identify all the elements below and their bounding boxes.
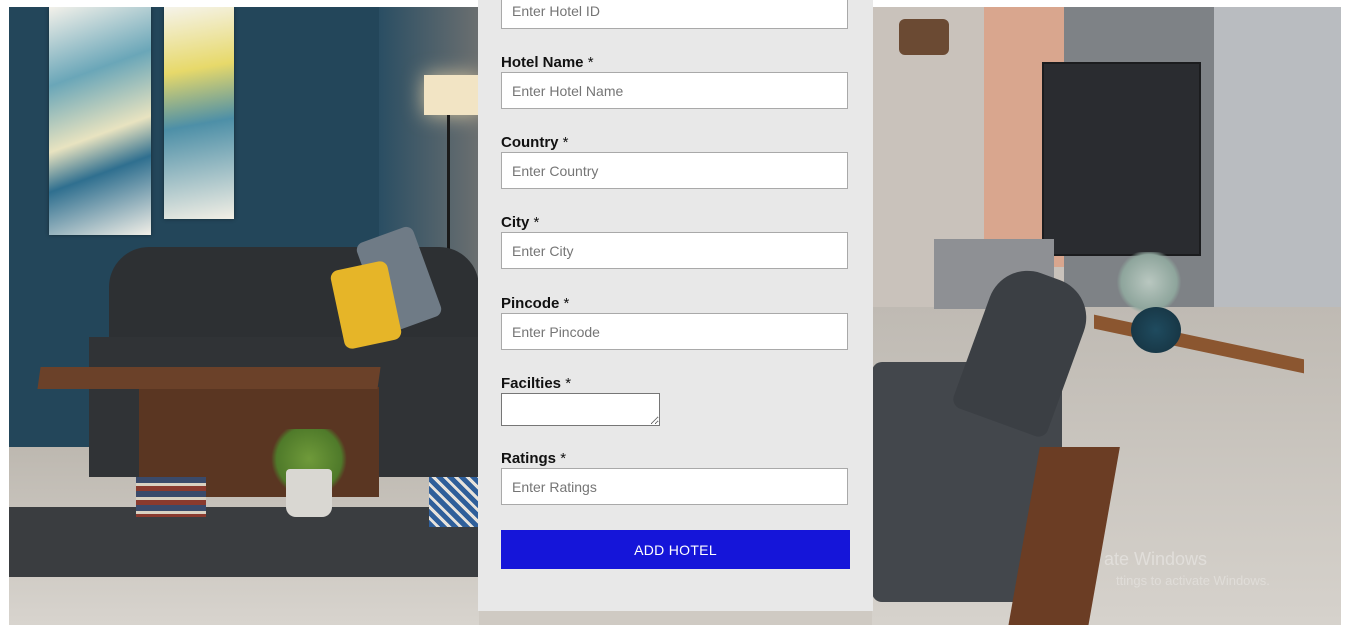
wall-art-painting bbox=[49, 7, 151, 235]
city-input[interactable] bbox=[501, 232, 848, 269]
facilities-textarea[interactable] bbox=[501, 393, 660, 426]
hotel-name-input[interactable] bbox=[501, 72, 848, 109]
pincode-label: Pincode * bbox=[501, 295, 570, 312]
city-label: City * bbox=[501, 214, 540, 231]
rug bbox=[429, 477, 479, 527]
country-input[interactable] bbox=[501, 152, 848, 189]
wall-clock bbox=[899, 19, 949, 55]
wall-art-painting bbox=[164, 7, 234, 219]
add-hotel-button[interactable]: ADD HOTEL bbox=[501, 530, 850, 569]
add-hotel-form: Hotel Name * Country * City * Pincode * … bbox=[478, 0, 873, 611]
hotel-id-input[interactable] bbox=[501, 0, 848, 29]
floor-lamp bbox=[424, 75, 480, 115]
books bbox=[136, 477, 206, 517]
activate-windows-watermark: ate Windows bbox=[1104, 549, 1208, 569]
hotel-name-label: Hotel Name * bbox=[501, 54, 594, 71]
succulent-plant bbox=[1114, 252, 1184, 312]
television bbox=[1042, 62, 1201, 256]
facilities-label: Facilties * bbox=[501, 375, 572, 392]
vase bbox=[1131, 307, 1181, 353]
ratings-input[interactable] bbox=[501, 468, 848, 505]
pincode-input[interactable] bbox=[501, 313, 848, 350]
activate-windows-watermark-subtext: ttings to activate Windows. bbox=[1116, 573, 1270, 588]
side-table bbox=[37, 367, 381, 389]
ratings-label: Ratings * bbox=[501, 450, 567, 467]
country-label: Country * bbox=[501, 134, 569, 151]
